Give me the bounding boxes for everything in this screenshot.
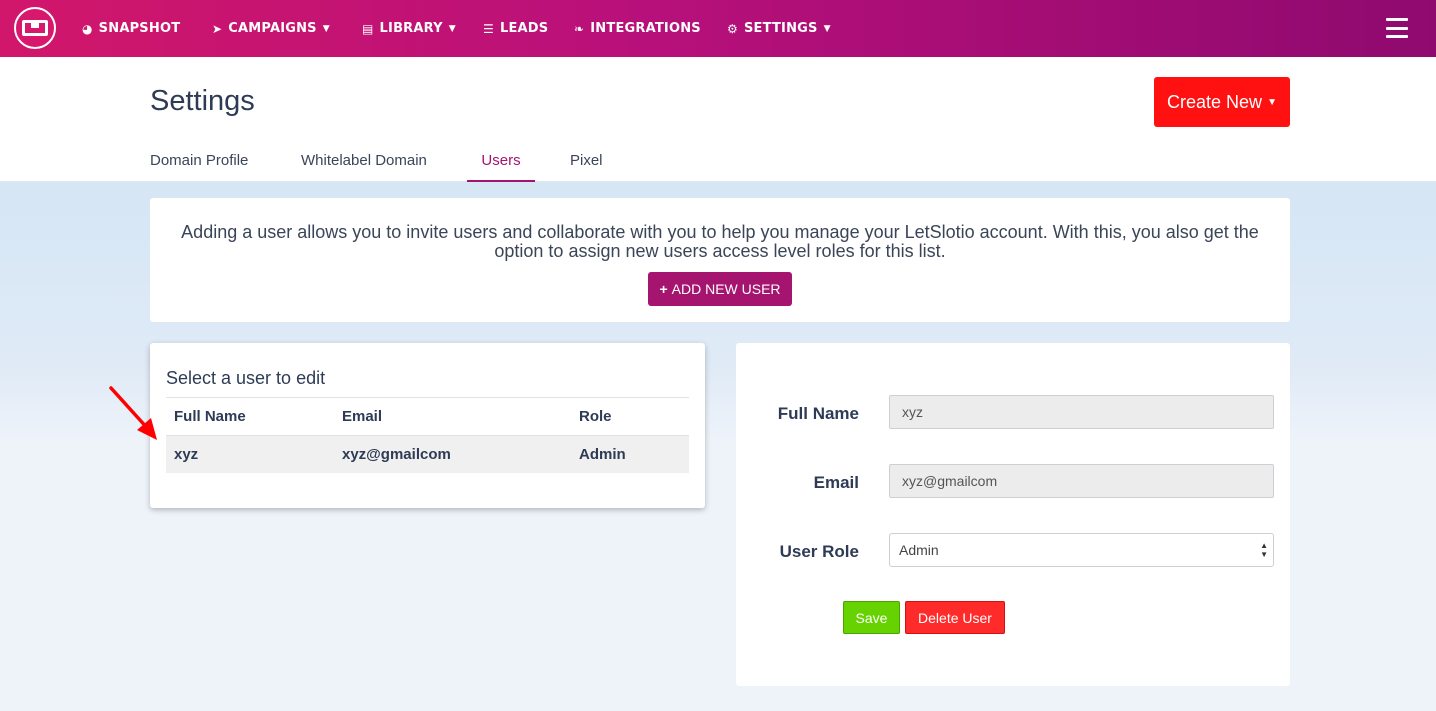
column-header-role: Role [571, 397, 689, 436]
email-field[interactable] [889, 464, 1274, 498]
full-name-label: Full Name [777, 404, 859, 423]
annotation-arrow-icon [109, 386, 157, 440]
tab-domain-profile[interactable]: Domain Profile [150, 152, 248, 182]
add-new-user-label: ADD NEW USER [671, 281, 781, 297]
chevron-down-icon: ▼ [1267, 96, 1277, 108]
paper-plane-icon: ➤ [212, 21, 223, 36]
select-arrows-icon: ▲ ▼ [1260, 541, 1268, 559]
user-list-panel: Select a user to edit Full Name Email Ro… [150, 343, 705, 508]
nav-library-label: LIBRARY [379, 21, 443, 36]
chevron-down-icon: ▼ [322, 23, 330, 34]
nav-settings-label: SETTINGS [743, 21, 818, 36]
user-role-label: User Role [779, 542, 859, 561]
nav-leads-label: LEADS [499, 21, 549, 36]
chevron-down-icon: ▼ [448, 23, 456, 34]
delete-user-button[interactable]: Delete User [905, 601, 1005, 634]
create-new-button[interactable]: Create New ▼ [1154, 77, 1290, 127]
nav-leads[interactable]: ☰ LEADS [483, 0, 548, 57]
nav-integrations-label: INTEGRATIONS [590, 21, 701, 36]
nav-campaigns-label: CAMPAIGNS [228, 21, 317, 36]
user-table: Full Name Email Role xyz xyz@gmailcom Ad… [166, 397, 689, 473]
tab-users[interactable]: Users [467, 152, 535, 182]
save-button[interactable]: Save [843, 601, 900, 634]
dashboard-icon: ◕ [82, 21, 93, 36]
plug-icon: ❧ [574, 21, 585, 36]
top-navbar: ◕ SNAPSHOT ➤ CAMPAIGNS ▼ ▤ LIBRARY ▼ ☰ L… [0, 0, 1436, 57]
user-role-select[interactable]: Admin ▲ ▼ [889, 533, 1274, 567]
cell-email: xyz@gmailcom [334, 435, 571, 473]
email-label: Email [813, 473, 859, 492]
user-list-title: Select a user to edit [166, 368, 326, 388]
gears-icon: ⚙ [727, 21, 738, 36]
nav-integrations[interactable]: ❧ INTEGRATIONS [574, 0, 701, 57]
users-intro-panel: Adding a user allows you to invite users… [150, 198, 1290, 322]
page-title: Settings [150, 85, 255, 117]
nav-snapshot[interactable]: ◕ SNAPSHOT [82, 0, 180, 57]
page-header: Settings Create New ▼ Domain Profile Whi… [0, 57, 1436, 182]
nav-snapshot-label: SNAPSHOT [98, 21, 181, 36]
nav-settings[interactable]: ⚙ SETTINGS ▼ [727, 0, 831, 57]
list-bullets-icon: ☰ [483, 21, 494, 36]
nav-library[interactable]: ▤ LIBRARY ▼ [362, 0, 456, 57]
table-header-row: Full Name Email Role [166, 397, 689, 436]
app-logo[interactable] [14, 7, 56, 49]
table-row[interactable]: xyz xyz@gmailcom Admin [166, 435, 689, 473]
column-header-full-name: Full Name [166, 397, 334, 436]
plus-icon: + [659, 281, 668, 297]
tab-pixel[interactable]: Pixel [570, 152, 603, 182]
cell-role: Admin [571, 435, 689, 473]
tab-whitelabel-domain[interactable]: Whitelabel Domain [301, 152, 427, 182]
cell-full-name: xyz [166, 435, 334, 473]
nav-campaigns[interactable]: ➤ CAMPAIGNS ▼ [212, 0, 330, 57]
column-header-email: Email [334, 397, 571, 436]
logo-mark-icon [22, 20, 48, 36]
user-role-value: Admin [899, 542, 939, 558]
chevron-down-icon: ▼ [823, 23, 831, 34]
create-new-label: Create New [1167, 91, 1263, 112]
add-new-user-button[interactable]: + ADD NEW USER [648, 272, 792, 306]
full-name-field[interactable] [889, 395, 1274, 429]
list-icon: ▤ [362, 21, 374, 36]
menu-icon[interactable] [1386, 18, 1408, 38]
user-edit-panel: Full Name Email User Role Admin ▲▼ Save … [736, 343, 1290, 686]
users-intro-text: Adding a user allows you to invite users… [181, 222, 1259, 261]
